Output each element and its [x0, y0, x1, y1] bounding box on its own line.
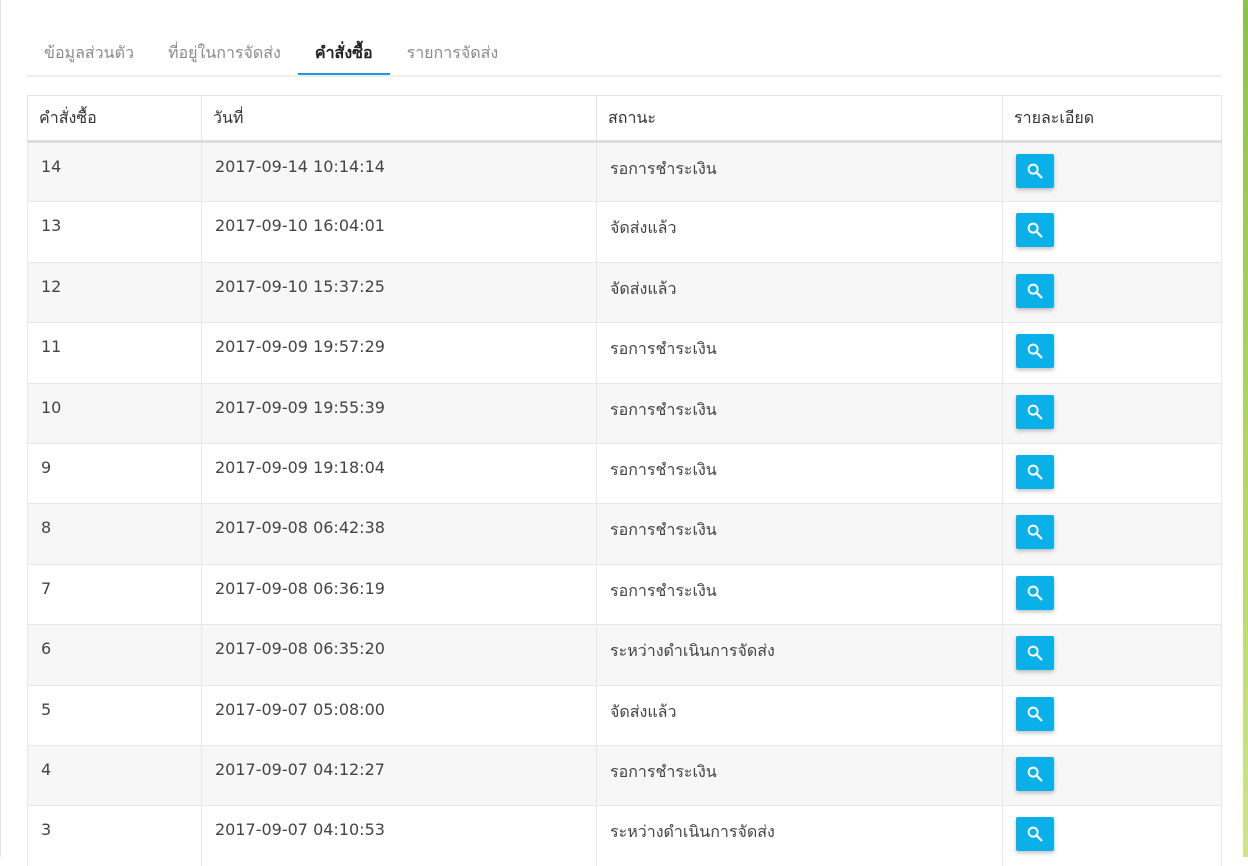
order-date: 2017-09-09 19:18:04 — [202, 443, 597, 503]
order-date: 2017-09-09 19:57:29 — [202, 323, 597, 383]
header-order: คำสั่งซื้อ — [28, 96, 202, 142]
header-status: สถานะ — [597, 96, 1003, 142]
order-number: 9 — [28, 443, 202, 503]
search-icon — [1026, 825, 1044, 843]
order-status: ระหว่างดำเนินการจัดส่ง — [597, 625, 1003, 685]
table-row: 82017-09-08 06:42:38รอการชำระเงิน — [28, 504, 1222, 564]
order-number: 6 — [28, 625, 202, 685]
search-icon — [1026, 403, 1044, 421]
order-details-cell — [1003, 383, 1222, 443]
table-row: 102017-09-09 19:55:39รอการชำระเงิน — [28, 383, 1222, 443]
orders-table-body: 142017-09-14 10:14:14รอการชำระเงิน132017… — [28, 142, 1222, 866]
order-number: 14 — [28, 142, 202, 202]
order-date: 2017-09-10 16:04:01 — [202, 202, 597, 262]
order-status: รอการชำระเงิน — [597, 504, 1003, 564]
order-status: รอการชำระเงิน — [597, 745, 1003, 805]
header-date: วันที่ — [202, 96, 597, 142]
order-number: 7 — [28, 564, 202, 624]
order-status: รอการชำระเงิน — [597, 443, 1003, 503]
order-status: รอการชำระเงิน — [597, 564, 1003, 624]
order-status: จัดส่งแล้ว — [597, 685, 1003, 745]
order-status: จัดส่งแล้ว — [597, 262, 1003, 322]
table-row: 42017-09-07 04:12:27รอการชำระเงิน — [28, 745, 1222, 805]
search-icon — [1026, 342, 1044, 360]
order-details-cell — [1003, 262, 1222, 322]
order-date: 2017-09-08 06:42:38 — [202, 504, 597, 564]
view-order-button[interactable] — [1016, 395, 1054, 429]
table-row: 62017-09-08 06:35:20ระหว่างดำเนินการจัดส… — [28, 625, 1222, 685]
order-status: จัดส่งแล้ว — [597, 202, 1003, 262]
order-date: 2017-09-08 06:35:20 — [202, 625, 597, 685]
orders-panel: ข้อมูลส่วนตัว ที่อยู่ในการจัดส่ง คำสั่งซ… — [0, 0, 1243, 857]
search-icon — [1026, 162, 1044, 180]
table-row: 122017-09-10 15:37:25จัดส่งแล้ว — [28, 262, 1222, 322]
order-number: 5 — [28, 685, 202, 745]
view-order-button[interactable] — [1016, 213, 1054, 247]
search-icon — [1026, 584, 1044, 602]
search-icon — [1026, 705, 1044, 723]
table-row: 92017-09-09 19:18:04รอการชำระเงิน — [28, 443, 1222, 503]
table-row: 132017-09-10 16:04:01จัดส่งแล้ว — [28, 202, 1222, 262]
order-details-cell — [1003, 625, 1222, 685]
orders-table-head: คำสั่งซื้อ วันที่ สถานะ รายละเอียด — [28, 96, 1222, 142]
view-order-button[interactable] — [1016, 515, 1054, 549]
order-number: 8 — [28, 504, 202, 564]
order-details-cell — [1003, 443, 1222, 503]
view-order-button[interactable] — [1016, 757, 1054, 791]
order-details-cell — [1003, 564, 1222, 624]
order-date: 2017-09-07 05:08:00 — [202, 685, 597, 745]
order-status: รอการชำระเงิน — [597, 383, 1003, 443]
order-date: 2017-09-08 06:36:19 — [202, 564, 597, 624]
order-date: 2017-09-09 19:55:39 — [202, 383, 597, 443]
order-details-cell — [1003, 323, 1222, 383]
order-details-cell — [1003, 685, 1222, 745]
header-row: คำสั่งซื้อ วันที่ สถานะ รายละเอียด — [28, 96, 1222, 142]
search-icon — [1026, 463, 1044, 481]
table-row: 72017-09-08 06:36:19รอการชำระเงิน — [28, 564, 1222, 624]
order-date: 2017-09-14 10:14:14 — [202, 142, 597, 202]
order-status: รอการชำระเงิน — [597, 142, 1003, 202]
search-icon — [1026, 282, 1044, 300]
orders-table: คำสั่งซื้อ วันที่ สถานะ รายละเอียด 14201… — [27, 95, 1222, 866]
order-details-cell — [1003, 142, 1222, 202]
orders-table-container: คำสั่งซื้อ วันที่ สถานะ รายละเอียด 14201… — [27, 95, 1221, 866]
search-icon — [1026, 644, 1044, 662]
search-icon — [1026, 221, 1044, 239]
view-order-button[interactable] — [1016, 455, 1054, 489]
search-icon — [1026, 523, 1044, 541]
order-details-cell — [1003, 202, 1222, 262]
order-date: 2017-09-07 04:12:27 — [202, 745, 597, 805]
order-status: รอการชำระเงิน — [597, 323, 1003, 383]
view-order-button[interactable] — [1016, 274, 1054, 308]
order-details-cell — [1003, 745, 1222, 805]
view-order-button[interactable] — [1016, 576, 1054, 610]
view-order-button[interactable] — [1016, 636, 1054, 670]
order-number: 12 — [28, 262, 202, 322]
order-number: 10 — [28, 383, 202, 443]
search-icon — [1026, 765, 1044, 783]
view-order-button[interactable] — [1016, 697, 1054, 731]
order-number: 11 — [28, 323, 202, 383]
tab-shipments[interactable]: รายการจัดส่ง — [390, 33, 516, 75]
order-number: 13 — [28, 202, 202, 262]
table-row: 52017-09-07 05:08:00จัดส่งแล้ว — [28, 685, 1222, 745]
table-row: 142017-09-14 10:14:14รอการชำระเงิน — [28, 142, 1222, 202]
header-details: รายละเอียด — [1003, 96, 1222, 142]
table-row: 112017-09-09 19:57:29รอการชำระเงิน — [28, 323, 1222, 383]
view-order-button[interactable] — [1016, 334, 1054, 368]
order-date: 2017-09-10 15:37:25 — [202, 262, 597, 322]
order-details-cell — [1003, 504, 1222, 564]
account-tabs: ข้อมูลส่วนตัว ที่อยู่ในการจัดส่ง คำสั่งซ… — [27, 33, 1221, 77]
view-order-button[interactable] — [1016, 154, 1054, 188]
window-frame-edge — [1243, 0, 1248, 857]
tab-orders[interactable]: คำสั่งซื้อ — [298, 33, 390, 75]
view-order-button[interactable] — [1016, 817, 1054, 851]
order-number: 4 — [28, 745, 202, 805]
tab-shipping-address[interactable]: ที่อยู่ในการจัดส่ง — [151, 33, 298, 75]
tab-personal-info[interactable]: ข้อมูลส่วนตัว — [27, 33, 151, 75]
